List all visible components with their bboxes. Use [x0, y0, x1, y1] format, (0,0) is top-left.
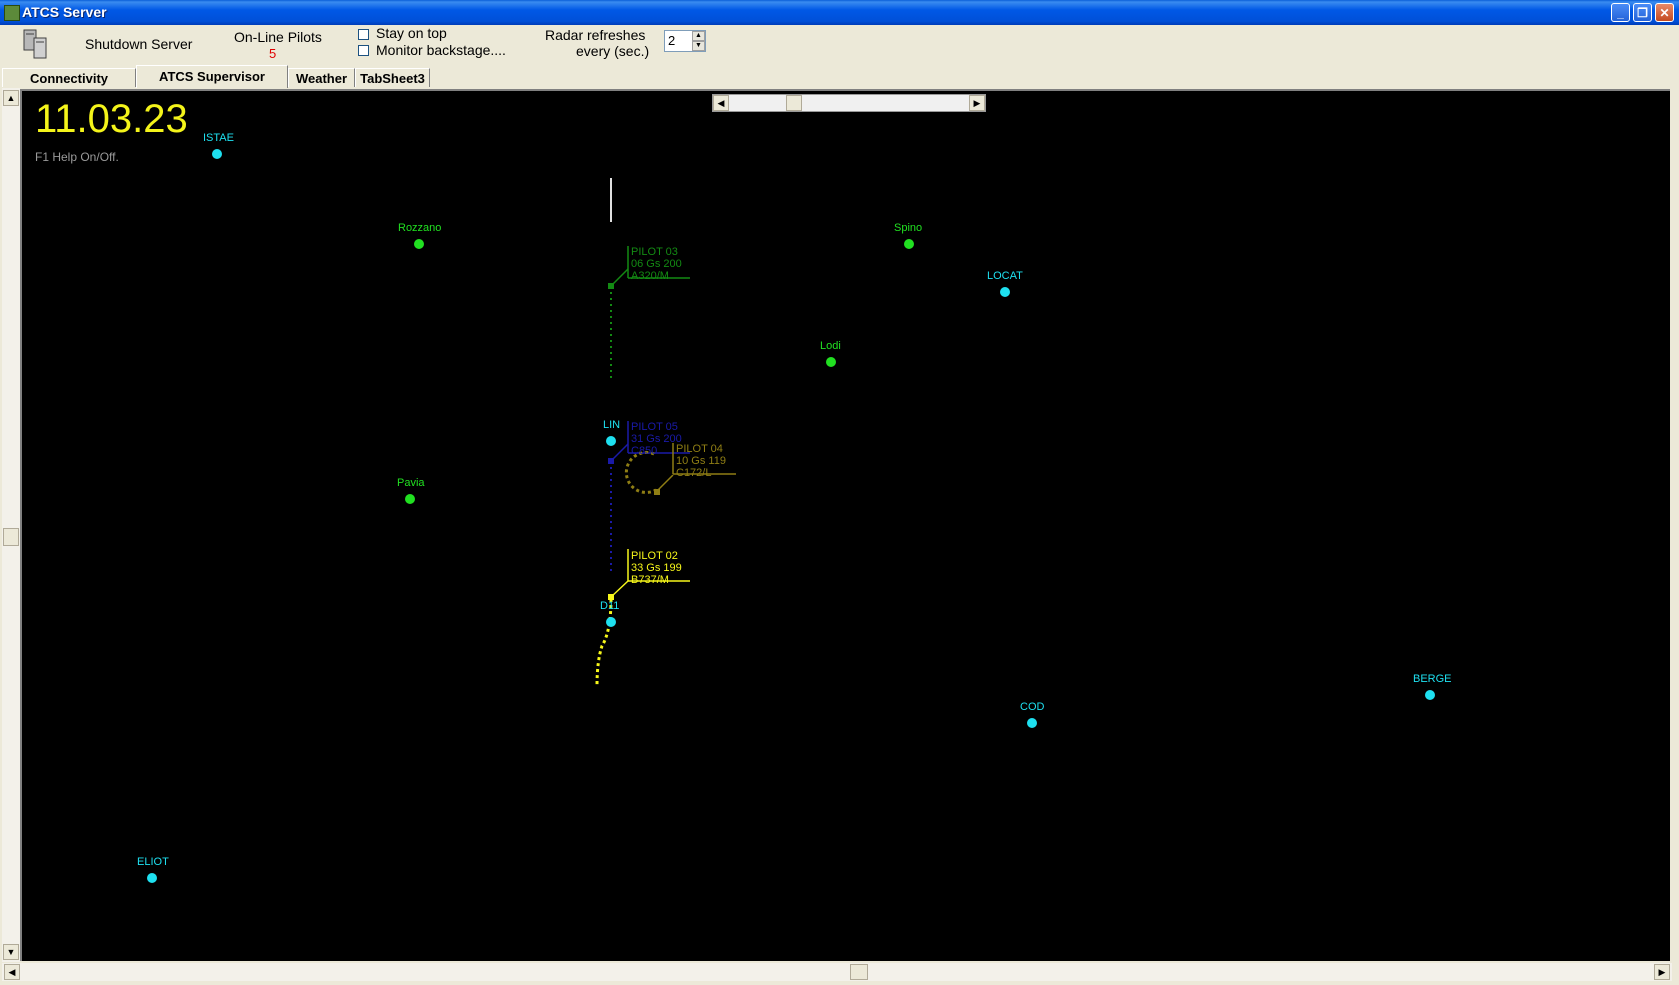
close-button[interactable]: ✕ — [1655, 3, 1674, 22]
vertical-scrollbar[interactable]: ▲ ▼ — [2, 88, 20, 962]
scroll-up-arrow-icon[interactable]: ▲ — [3, 90, 19, 106]
tab-connectivity[interactable]: Connectivity — [2, 68, 136, 87]
scroll-left-arrow-icon[interactable]: ◀ — [4, 964, 20, 980]
radar-scope — [147, 149, 1435, 883]
online-pilots-count: 5 — [269, 46, 277, 61]
horizontal-scrollbar[interactable]: ◀ ▶ — [2, 963, 1672, 981]
waypoint-pavia-dot — [405, 494, 415, 504]
vertical-scroll-thumb[interactable] — [3, 528, 19, 546]
pilot-aircraft-type: B737/M — [631, 574, 669, 586]
scroll-down-arrow-icon[interactable]: ▼ — [3, 944, 19, 960]
tab-weather[interactable]: Weather — [288, 68, 355, 87]
pilot-callsign: PILOT 02 — [631, 550, 678, 562]
waypoint-istae-dot — [212, 149, 222, 159]
stay-on-top-label: Stay on top — [376, 25, 447, 41]
stay-on-top-checkbox[interactable] — [358, 29, 369, 40]
waypoint-cod-label: COD — [1020, 701, 1045, 713]
window-title: ATCS Server — [22, 4, 107, 20]
restore-button[interactable]: ❐ — [1633, 3, 1652, 22]
spin-up-button[interactable]: ▲ — [692, 31, 705, 41]
pilot-heading-speed: 31 Gs 200 — [631, 433, 682, 445]
waypoint-rozzano-dot — [414, 239, 424, 249]
pilot-callsign: PILOT 03 — [631, 246, 678, 258]
shutdown-server-button[interactable]: Shutdown Server — [85, 36, 192, 52]
app-icon — [4, 5, 20, 21]
zoom-scroll-thumb[interactable] — [786, 95, 802, 111]
pilot-heading-speed: 10 Gs 119 — [676, 455, 726, 467]
pilot-04-datablock[interactable]: PILOT 04 10 Gs 119 C172/L — [676, 443, 726, 479]
waypoint-istae-label: ISTAE — [203, 132, 234, 144]
waypoint-lodi-label: Lodi — [820, 340, 841, 352]
radar-refresh-label: Radar refreshes — [545, 27, 646, 43]
waypoint-berge-dot — [1425, 690, 1435, 700]
waypoint-locat-dot — [1000, 287, 1010, 297]
minimize-button[interactable]: _ — [1611, 3, 1630, 22]
monitor-backstage-checkbox[interactable] — [358, 45, 369, 56]
horizontal-scroll-thumb[interactable] — [850, 964, 868, 980]
waypoint-locat-label: LOCAT — [987, 270, 1023, 282]
waypoint-spino-label: Spino — [894, 222, 923, 234]
pilot-aircraft-type: A320/M — [631, 270, 669, 282]
waypoint-berge-label: BERGE — [1413, 673, 1452, 685]
zoom-scroll-right-icon[interactable]: ▶ — [969, 95, 985, 111]
pilot-heading-speed: 33 Gs 199 — [631, 562, 682, 574]
radar-refresh-unit-label: every (sec.) — [576, 43, 650, 59]
pilot-callsign: PILOT 05 — [631, 421, 678, 433]
help-hint: F1 Help On/Off. — [35, 150, 119, 164]
waypoint-d11-label: D11 — [600, 600, 620, 612]
pilot-02-datablock[interactable]: PILOT 02 33 Gs 199 B737/M — [631, 550, 682, 586]
waypoint-spino-dot — [904, 239, 914, 249]
waypoint-cod-dot — [1027, 718, 1037, 728]
online-pilots-label: On-Line Pilots — [234, 29, 322, 45]
pilot-05-datablock[interactable]: PILOT 05 31 Gs 200 C850 — [631, 421, 682, 457]
pilot-heading-speed: 06 Gs 200 — [631, 258, 682, 270]
tab-tabsheet3[interactable]: TabSheet3 — [355, 68, 430, 87]
radar-display[interactable]: 11.03.23 F1 Help On/Off. ISTAE Rozzano S… — [20, 89, 1670, 961]
waypoint-rozzano-label: Rozzano — [398, 222, 442, 234]
radar-zoom-scrollbar[interactable]: ◀ ▶ — [712, 94, 986, 112]
pilot-03-datablock[interactable]: PILOT 03 06 Gs 200 A320/M — [631, 246, 682, 282]
tab-atcs-supervisor[interactable]: ATCS Supervisor — [136, 65, 288, 88]
spin-down-button[interactable]: ▼ — [692, 41, 705, 51]
zoom-scroll-left-icon[interactable]: ◀ — [713, 95, 729, 111]
waypoint-lin-label: LIN — [603, 419, 621, 431]
scroll-right-arrow-icon[interactable]: ▶ — [1654, 964, 1670, 980]
pilot-aircraft-type: C172/L — [676, 467, 712, 479]
monitor-backstage-label: Monitor backstage.... — [376, 42, 506, 58]
radar-clock: 11.03.23 — [35, 97, 188, 141]
waypoint-eliot-dot — [147, 873, 157, 883]
waypoint-eliot-label: ELIOT — [137, 856, 169, 868]
server-icon[interactable] — [22, 28, 50, 60]
waypoint-d11-dot — [606, 617, 616, 627]
waypoint-lodi-dot — [826, 357, 836, 367]
waypoint-lin-dot — [606, 436, 616, 446]
pilot-callsign: PILOT 04 — [676, 443, 723, 455]
waypoint-pavia-label: Pavia — [397, 477, 425, 489]
pilot-aircraft-type: C850 — [631, 445, 658, 457]
title-bar: ATCS Server _ ❐ ✕ — [0, 0, 1679, 25]
